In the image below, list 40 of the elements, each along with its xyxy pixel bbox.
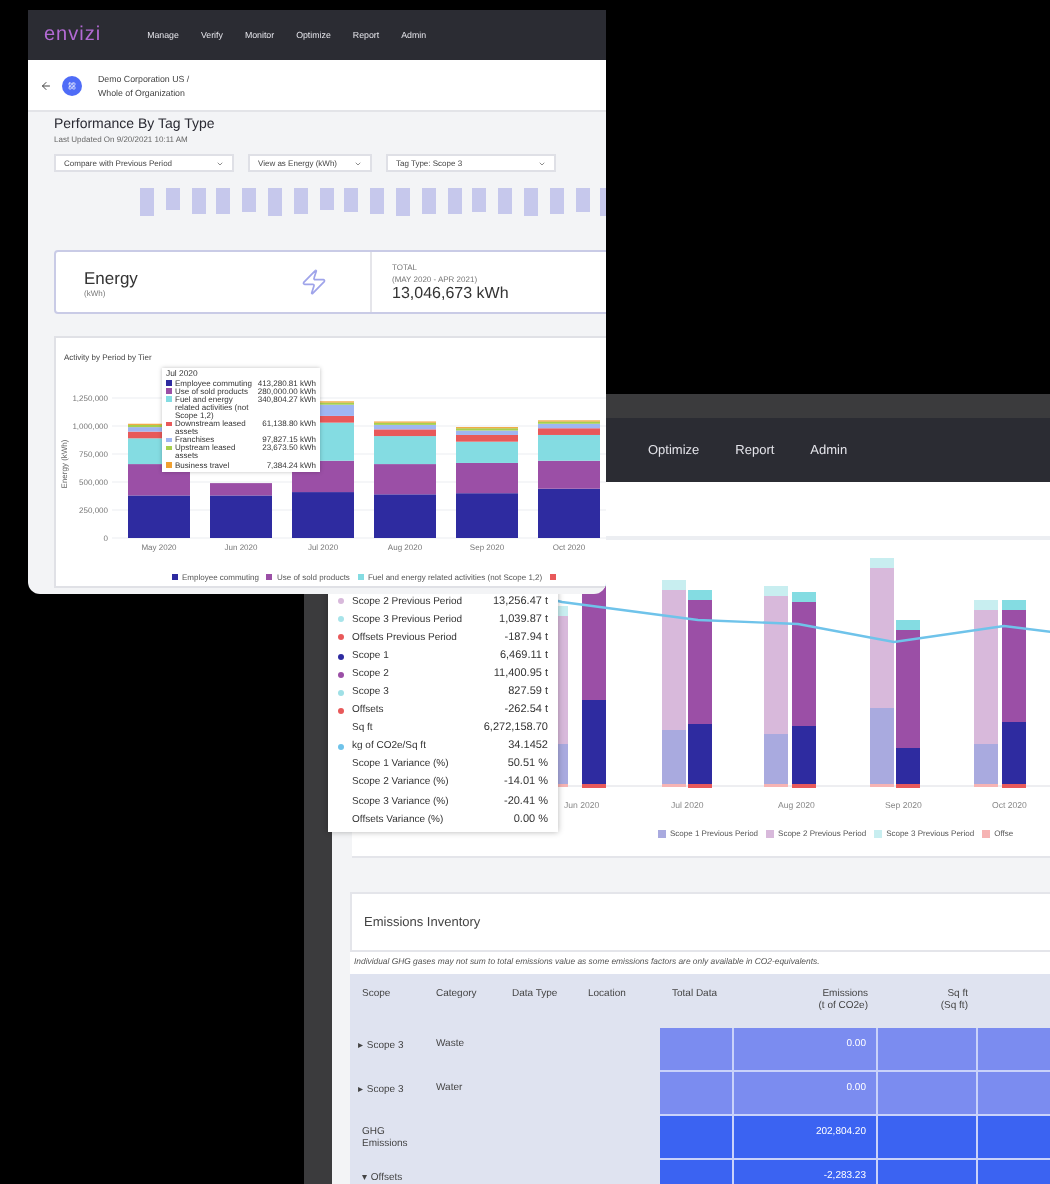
mini-bar xyxy=(344,188,359,212)
mini-bar xyxy=(216,188,231,214)
logo[interactable]: envizi xyxy=(44,24,102,46)
mini-bar xyxy=(421,188,436,214)
table-cell xyxy=(878,1028,978,1072)
bar-segment xyxy=(128,495,190,538)
total-value: 13,046,673 kWh xyxy=(392,284,511,302)
mini-bar xyxy=(165,188,180,210)
table-cell xyxy=(660,1072,734,1116)
table-cell xyxy=(660,1028,734,1072)
mini-bar xyxy=(549,188,564,214)
grid-icon xyxy=(68,81,76,89)
table-cell xyxy=(660,1116,734,1160)
mini-bar xyxy=(395,188,410,216)
mini-bar xyxy=(523,188,538,216)
mini-bar xyxy=(575,188,590,212)
mini-bar xyxy=(267,188,282,216)
mini-bar xyxy=(370,188,385,214)
mini-bar xyxy=(447,188,462,214)
mini-bar xyxy=(140,188,154,216)
metric-title: Energy xyxy=(84,267,140,287)
bar-segment xyxy=(128,464,190,496)
bar-segment xyxy=(374,464,436,495)
mini-bar xyxy=(191,188,206,214)
table-cell xyxy=(878,1116,978,1160)
back-arrow-icon[interactable] xyxy=(40,79,52,91)
bar-segment xyxy=(582,586,606,700)
organization-avatar[interactable] xyxy=(62,75,82,95)
table-cell xyxy=(878,1072,978,1116)
mini-bar xyxy=(498,188,513,214)
mini-bar xyxy=(242,188,257,212)
mini-bar xyxy=(293,188,308,214)
bar-segment xyxy=(292,492,354,538)
bar-segment xyxy=(456,493,518,538)
mini-bar xyxy=(472,188,487,212)
mini-bar xyxy=(319,188,334,210)
table-cell xyxy=(660,1160,734,1184)
lightning-icon xyxy=(299,268,327,296)
table-cell xyxy=(878,1160,978,1184)
bar-segment xyxy=(374,494,436,538)
